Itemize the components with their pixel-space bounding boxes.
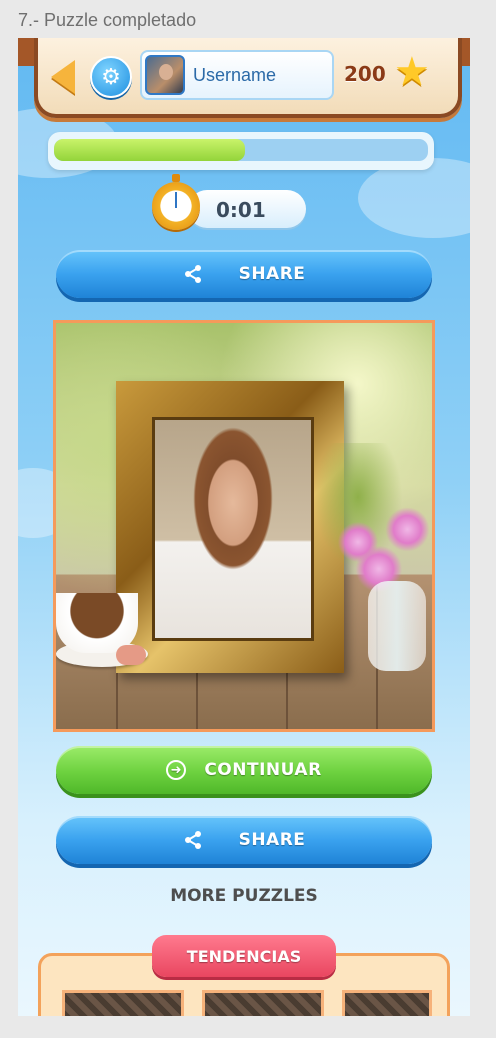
trending-thumbnail[interactable] [202,990,324,1016]
progress-bar [48,132,434,170]
progress-track [54,139,428,161]
trending-thumbnail[interactable] [62,990,184,1016]
continue-button[interactable]: ➜ CONTINUAR [56,746,432,794]
username-label: Username [193,64,277,85]
user-profile[interactable]: Username [140,50,334,100]
share-label: SHARE [238,264,306,284]
stopwatch-icon [152,174,200,230]
back-arrow-icon[interactable] [51,60,75,94]
share-button-bottom[interactable]: SHARE [56,816,432,864]
cloud-decoration [358,158,470,238]
avatar [145,55,185,95]
score-value: 200 [344,62,386,86]
completed-puzzle-image [53,320,435,732]
more-puzzles-link[interactable]: MORE PUZZLES [18,886,470,906]
portrait-photo [152,417,314,641]
vase [368,581,426,671]
star-icon: ★ [394,49,430,95]
trending-tag: TENDENCIAS [152,935,336,977]
coffee-cup [56,593,138,653]
progress-fill [54,139,245,161]
trending-thumbnail[interactable] [342,990,432,1016]
screen-caption: 7.- Puzzle completado [18,10,197,30]
share-label: SHARE [238,830,306,850]
share-icon [184,265,201,283]
macaron [116,645,146,665]
arrow-right-icon: ➜ [166,760,187,780]
puzzle-complete-screen: ⚙ Username 200 ★ 0:01 SHARE ➜ CONTINUAR … [18,38,470,1016]
timer-value: 0:01 [216,198,266,222]
share-icon [184,831,201,849]
continue-label: CONTINUAR [204,760,322,780]
gear-icon[interactable]: ⚙ [90,56,132,98]
share-button-top[interactable]: SHARE [56,250,432,298]
